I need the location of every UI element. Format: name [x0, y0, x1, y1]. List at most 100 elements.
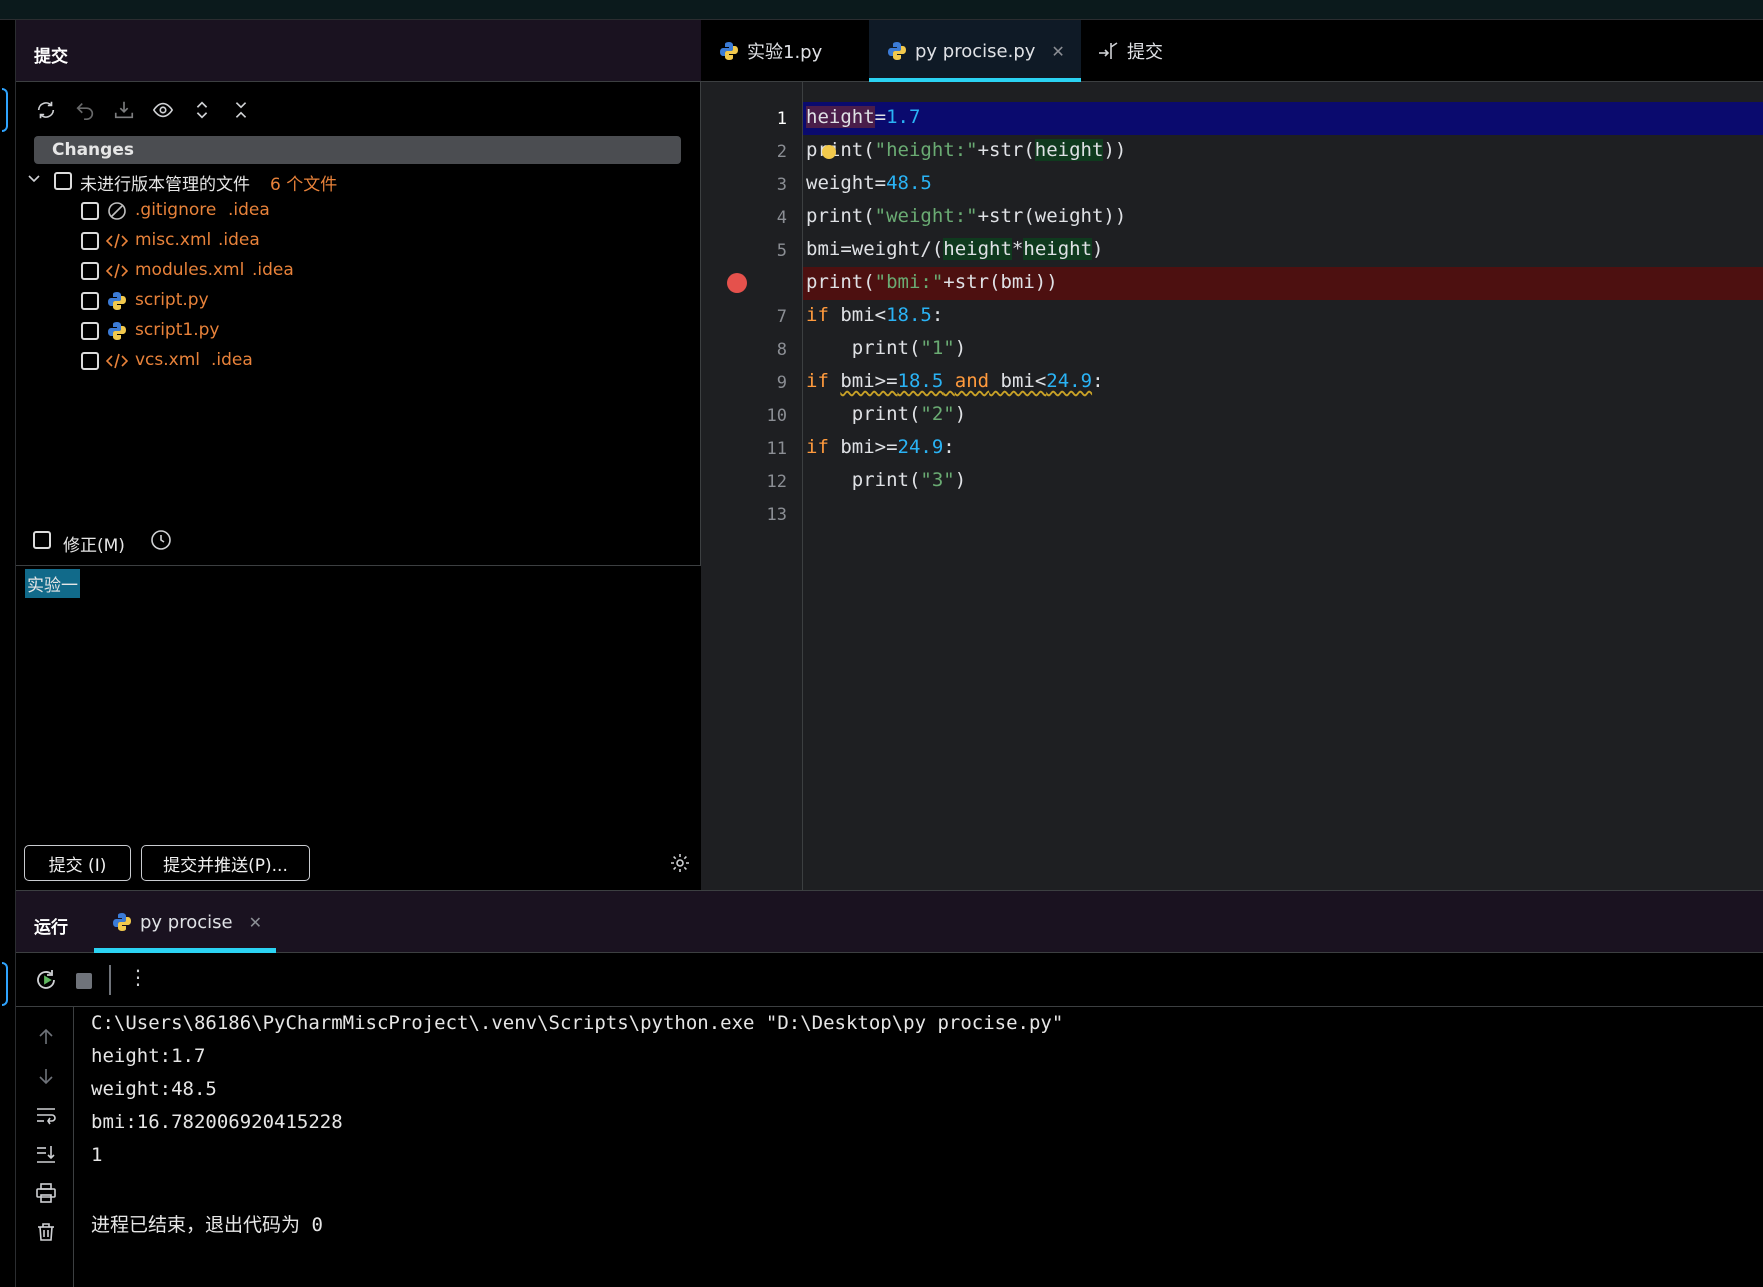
code-line[interactable]: print("weight:"+str(weight)) — [806, 205, 1126, 227]
eye-icon[interactable] — [149, 96, 177, 124]
rollback-icon[interactable] — [71, 96, 99, 124]
tab-shiyan1[interactable]: 实验1.py — [719, 20, 822, 82]
unversioned-count: 6 个文件 — [270, 175, 338, 195]
trash-icon[interactable] — [34, 1220, 58, 1244]
file-name: script1.py — [135, 320, 220, 340]
console-line: C:\Users\86186\PyCharmMiscProject\.venv\… — [91, 1012, 1064, 1034]
file-checkbox[interactable] — [81, 352, 99, 370]
ignore-file-icon — [106, 200, 128, 222]
code-line[interactable]: print("3") — [806, 469, 966, 491]
more-icon[interactable]: ⋮ — [128, 965, 148, 989]
file-checkbox[interactable] — [81, 292, 99, 310]
arrow-up-icon[interactable] — [34, 1025, 58, 1049]
commit-message-area[interactable] — [16, 565, 701, 890]
tab-label: 实验1.py — [747, 42, 823, 63]
refresh-icon[interactable] — [32, 96, 60, 124]
run-side-toolbar — [16, 1007, 74, 1287]
xml-file-icon — [106, 350, 128, 372]
commit-button[interactable]: 提交 (I) — [24, 845, 131, 881]
code-line[interactable]: if bmi<18.5: — [806, 304, 943, 326]
amend-checkbox[interactable] — [33, 531, 51, 549]
changes-label: Changes — [52, 140, 134, 160]
tab-label: py procise.py — [915, 40, 1036, 62]
file-name: .gitignore — [135, 200, 217, 220]
code-editor: 实验1.py py procise.py ✕ 提交 1 2 3 4 5 7 8 … — [701, 20, 1763, 890]
console-line: weight:48.5 — [91, 1078, 217, 1100]
code-line[interactable]: if bmi>=18.5 and bmi<24.9: — [806, 370, 1104, 392]
code-line[interactable]: print("bmi:"+str(bmi)) — [806, 271, 1058, 293]
tab-commit[interactable]: 提交 — [1097, 20, 1163, 82]
unversioned-checkbox[interactable] — [54, 172, 72, 190]
run-tab[interactable]: py procise ✕ — [94, 891, 276, 953]
left-tool-strip — [0, 20, 16, 1287]
line-number: 8 — [776, 340, 787, 360]
python-file-icon — [112, 912, 132, 932]
file-checkbox[interactable] — [81, 262, 99, 280]
rerun-icon[interactable] — [34, 968, 58, 996]
line-number: 10 — [766, 406, 787, 426]
tab-py-procise[interactable]: py procise.py ✕ — [869, 20, 1081, 82]
python-file-icon — [106, 290, 128, 312]
commit-message-input[interactable]: 实验一 — [25, 569, 80, 598]
arrow-down-icon[interactable] — [34, 1064, 58, 1088]
python-file-icon — [719, 41, 739, 61]
commit-icon — [1097, 41, 1119, 61]
lightbulb-icon[interactable] — [822, 145, 836, 159]
line-number: 2 — [776, 142, 787, 162]
code-line[interactable]: print("1") — [806, 337, 966, 359]
code-line[interactable]: height=1.7 — [806, 106, 920, 128]
line-number: 4 — [776, 208, 787, 228]
shelve-icon[interactable] — [110, 96, 138, 124]
close-icon[interactable]: ✕ — [1051, 42, 1064, 61]
console-line: 1 — [91, 1144, 103, 1166]
file-dir: .idea — [211, 350, 253, 370]
line-number: 5 — [776, 241, 787, 261]
tool-window-marker[interactable] — [2, 962, 8, 1006]
code-line[interactable]: print("height:"+str(height)) — [806, 139, 1126, 161]
run-tab-label: py procise — [140, 911, 233, 933]
run-panel: 运行 py procise ✕ ⋮ C:\Users\86186\PyCharm… — [16, 890, 1763, 1287]
xml-file-icon — [106, 260, 128, 282]
line-number: 3 — [776, 175, 787, 195]
soft-wrap-icon[interactable] — [34, 1103, 58, 1127]
chevron-down-icon[interactable] — [26, 170, 42, 190]
file-name: modules.xml — [135, 260, 245, 280]
file-name: vcs.xml — [135, 350, 201, 370]
file-checkbox[interactable] — [81, 232, 99, 250]
line-number: 1 — [776, 109, 787, 129]
code-line[interactable]: weight=48.5 — [806, 172, 932, 194]
code-line[interactable]: bmi=weight/(height*height) — [806, 238, 1103, 260]
run-panel-title: 运行 — [34, 918, 68, 938]
commit-and-push-button[interactable]: 提交并推送(P)... — [141, 845, 310, 881]
file-checkbox[interactable] — [81, 322, 99, 340]
tab-label: 提交 — [1127, 42, 1163, 63]
commit-panel-title: 提交 — [34, 47, 68, 67]
close-icon[interactable]: ✕ — [249, 913, 262, 932]
editor-tab-bar: 实验1.py py procise.py ✕ 提交 — [701, 20, 1763, 82]
line-number: 12 — [766, 472, 787, 492]
stop-icon[interactable] — [76, 973, 92, 989]
line-number: 13 — [766, 505, 787, 525]
tool-window-marker[interactable] — [2, 88, 8, 132]
collapse-all-icon[interactable] — [227, 96, 255, 124]
file-checkbox[interactable] — [81, 202, 99, 220]
scroll-to-end-icon[interactable] — [34, 1142, 58, 1166]
toolbar-divider — [109, 965, 111, 995]
file-dir: .idea — [228, 200, 270, 220]
xml-file-icon — [106, 230, 128, 252]
expand-all-icon[interactable] — [188, 96, 216, 124]
line-number: 9 — [776, 373, 787, 393]
commit-panel-header — [16, 20, 701, 82]
code-line[interactable]: print("2") — [806, 403, 966, 425]
file-name: misc.xml — [135, 230, 212, 250]
gear-icon[interactable] — [669, 852, 691, 878]
python-file-icon — [887, 41, 907, 61]
file-name: script.py — [135, 290, 209, 310]
breakpoint-icon[interactable] — [727, 273, 747, 293]
code-line[interactable]: if bmi>=24.9: — [806, 436, 955, 458]
print-icon[interactable] — [34, 1181, 58, 1205]
file-dir: .idea — [252, 260, 294, 280]
console-line: height:1.7 — [91, 1045, 206, 1067]
unversioned-files-label: 未进行版本管理的文件 — [80, 175, 250, 195]
history-icon[interactable] — [150, 529, 172, 555]
